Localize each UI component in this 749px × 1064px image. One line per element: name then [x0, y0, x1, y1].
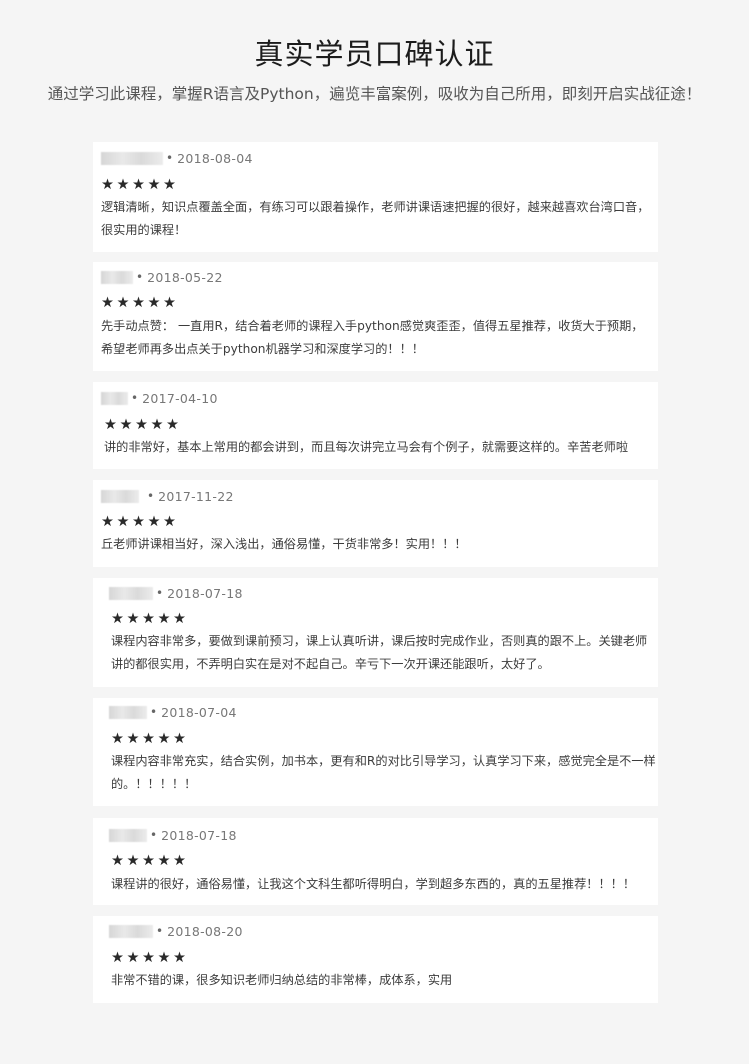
review-text: 讲的非常好，基本上常用的都会讲到，而且每次讲完立马会有个例子，就需要这样的。辛苦…	[104, 440, 629, 454]
review-date: 2018-08-04	[177, 150, 253, 166]
separator-dot-icon: •	[136, 270, 144, 284]
review-meta: • 2018-07-18	[109, 584, 243, 602]
review-card: • 2017-11-22 ★★★★★ 丘老师讲课相当好，深入浅出，通俗易懂，干货…	[93, 480, 658, 567]
review-card: • 2018-08-04 ★★★★★ 逻辑清晰，知识点覆盖全面，有练习可以跟着操…	[93, 142, 658, 252]
page-subtitle: 通过学习此课程，掌握R语言及Python，遍览丰富案例，吸收为自己所用，即刻开启…	[47, 85, 702, 103]
review-meta: • 2018-05-22	[101, 268, 223, 286]
star-rating-icon: ★★★★★	[101, 514, 179, 530]
review-text: 丘老师讲课相当好，深入浅出，通俗易懂，干货非常多！实用！！！	[101, 537, 467, 551]
blurred-username	[101, 391, 128, 405]
separator-dot-icon: •	[150, 828, 158, 842]
review-card: • 2018-05-22 ★★★★★ 先手动点赞： 一直用R，结合着老师的课程入…	[93, 262, 658, 371]
review-card: • 2018-07-18 ★★★★★ 课程内容非常多，要做到课前预习，课上认真听…	[93, 578, 658, 687]
review-card: • 2017-04-10 ★★★★★ 讲的非常好，基本上常用的都会讲到，而且每次…	[93, 382, 658, 469]
review-meta: • 2018-07-04	[109, 703, 237, 721]
review-text: 逻辑清晰，知识点覆盖全面，有练习可以跟着操作，老师讲课语速把握的很好，越来越喜欢…	[101, 200, 650, 237]
separator-dot-icon: •	[150, 705, 158, 719]
review-date: 2018-08-20	[167, 923, 243, 939]
review-date: 2018-07-18	[167, 585, 243, 601]
blurred-username	[109, 705, 147, 719]
review-text: 课程讲的很好，通俗易懂，让我这个文科生都听得明白，学到超多东西的，真的五星推荐！…	[111, 877, 636, 891]
blurred-username	[109, 828, 147, 842]
review-text: 课程内容非常多，要做到课前预习，课上认真听讲，课后按时完成作业，否则真的跟不上。…	[111, 634, 648, 671]
separator-dot-icon: •	[156, 924, 164, 938]
blurred-username	[101, 489, 139, 503]
blurred-username	[109, 924, 153, 938]
review-card: • 2018-07-04 ★★★★★ 课程内容非常充实，结合实例，加书本，更有和…	[93, 698, 658, 806]
separator-dot-icon: •	[156, 586, 164, 600]
star-rating-icon: ★★★★★	[104, 417, 182, 433]
review-date: 2018-07-18	[161, 827, 237, 843]
star-rating-icon: ★★★★★	[111, 950, 189, 966]
blurred-username	[101, 151, 163, 165]
review-date: 2017-11-22	[158, 488, 234, 504]
star-rating-icon: ★★★★★	[101, 295, 179, 311]
review-card: • 2018-08-20 ★★★★★ 非常不错的课，很多知识老师归纳总结的非常棒…	[93, 916, 658, 1003]
star-rating-icon: ★★★★★	[111, 731, 189, 747]
star-rating-icon: ★★★★★	[101, 177, 179, 193]
blurred-username	[101, 270, 133, 284]
review-date: 2018-07-04	[161, 704, 237, 720]
review-meta: • 2018-08-04	[101, 149, 253, 167]
page-title: 真实学员口碑认证	[254, 37, 495, 71]
star-rating-icon: ★★★★★	[111, 853, 189, 869]
review-meta: • 2018-08-20	[109, 922, 243, 940]
review-meta: • 2018-07-18	[109, 826, 237, 844]
review-meta: • 2017-11-22	[101, 487, 234, 505]
separator-dot-icon: •	[166, 151, 174, 165]
star-rating-icon: ★★★★★	[111, 611, 189, 627]
review-card: • 2018-07-18 ★★★★★ 课程讲的很好，通俗易懂，让我这个文科生都听…	[93, 818, 658, 905]
separator-dot-icon: •	[147, 489, 155, 503]
review-text: 非常不错的课，很多知识老师归纳总结的非常棒，成体系，实用	[111, 973, 453, 987]
review-date: 2017-04-10	[142, 390, 218, 406]
review-text: 课程内容非常充实，结合实例，加书本，更有和R的对比引导学习，认真学习下来，感觉完…	[111, 754, 656, 791]
blurred-username	[109, 586, 153, 600]
review-meta: • 2017-04-10	[101, 389, 218, 407]
review-text: 先手动点赞： 一直用R，结合着老师的课程入手python感觉爽歪歪，值得五星推荐…	[101, 319, 644, 356]
separator-dot-icon: •	[131, 391, 139, 405]
review-date: 2018-05-22	[147, 269, 223, 285]
testimonials-page: 真实学员口碑认证 通过学习此课程，掌握R语言及Python，遍览丰富案例，吸收为…	[0, 0, 749, 1064]
